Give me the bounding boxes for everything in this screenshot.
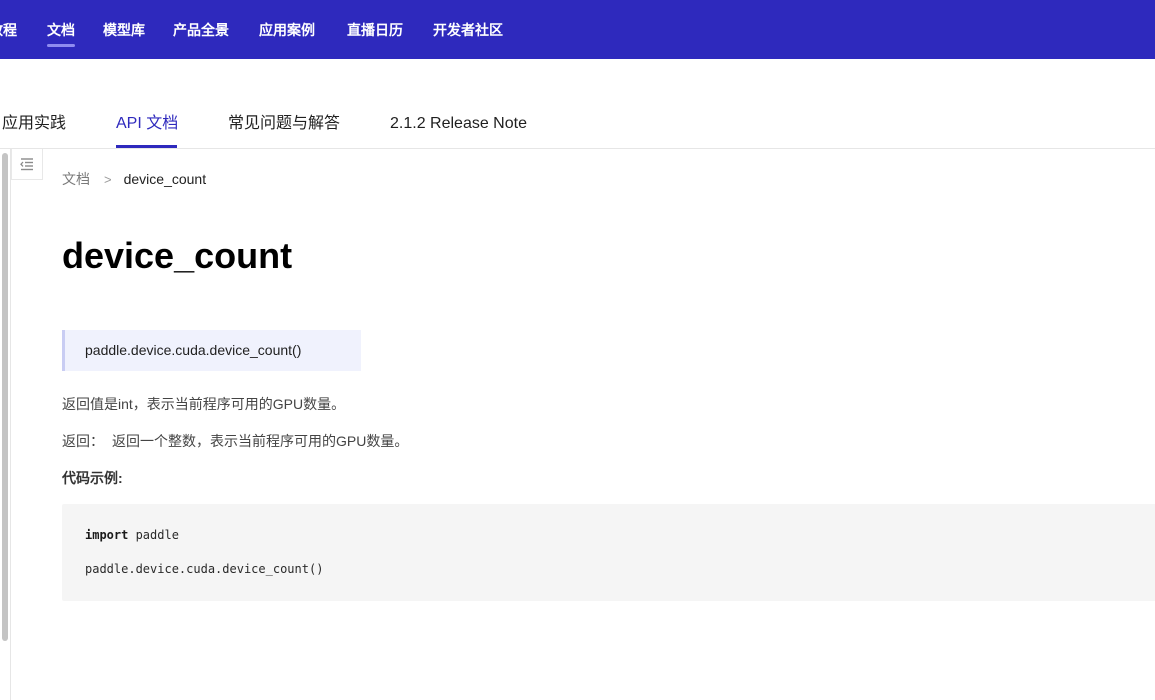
top-nav-bar: 教程 文档 模型库 产品全景 应用案例 直播日历 开发者社区 [0,0,1155,59]
nav-item-products[interactable]: 产品全景 [173,21,229,39]
tab-api-docs[interactable]: API 文档 [116,113,178,135]
code-line: import paddle [85,527,179,543]
sidebar-toggle-button[interactable] [11,149,43,180]
breadcrumb-current: device_count [123,171,207,187]
example-heading: 代码示例: [62,470,123,486]
returns-paragraph: 返回： 返回一个整数，表示当前程序可用的GPU数量。 [62,431,408,451]
breadcrumb: 文档 > device_count [62,170,206,189]
code-block[interactable]: import paddle paddle.device.cuda.device_… [62,504,1155,601]
nav-item-live-calendar[interactable]: 直播日历 [347,21,403,39]
breadcrumb-separator: > [104,172,112,187]
code-keyword: import [85,528,129,542]
nav-item-model-zoo[interactable]: 模型库 [103,21,145,39]
description-text: 返回值是int，表示当前程序可用的GPU数量。 [62,396,346,412]
tab-faq[interactable]: 常见问题与解答 [228,113,340,135]
scrollbar-thumb[interactable] [2,153,8,641]
returns-text: 返回一个整数，表示当前程序可用的GPU数量。 [112,433,409,449]
doc-tab-bar: 应用实践 API 文档 常见问题与解答 2.1.2 Release Note [0,59,1155,149]
code-text: paddle [128,528,179,542]
nav-item-tutorial[interactable]: 教程 [0,21,17,39]
list-collapse-icon [20,158,33,171]
tab-practice[interactable]: 应用实践 [2,113,66,135]
nav-item-community[interactable]: 开发者社区 [433,21,503,39]
nav-item-cases[interactable]: 应用案例 [259,21,315,39]
api-signature: paddle.device.cuda.device_count() [62,330,361,371]
breadcrumb-root-link[interactable]: 文档 [62,171,90,187]
page-title: device_count [62,235,293,276]
tab-release-note[interactable]: 2.1.2 Release Note [390,113,527,135]
code-line: paddle.device.cuda.device_count() [85,562,324,576]
nav-item-docs[interactable]: 文档 [47,21,75,47]
returns-label: 返回： [62,433,104,449]
sidebar-scrollbar[interactable] [0,149,11,700]
active-tab-indicator [116,145,177,148]
